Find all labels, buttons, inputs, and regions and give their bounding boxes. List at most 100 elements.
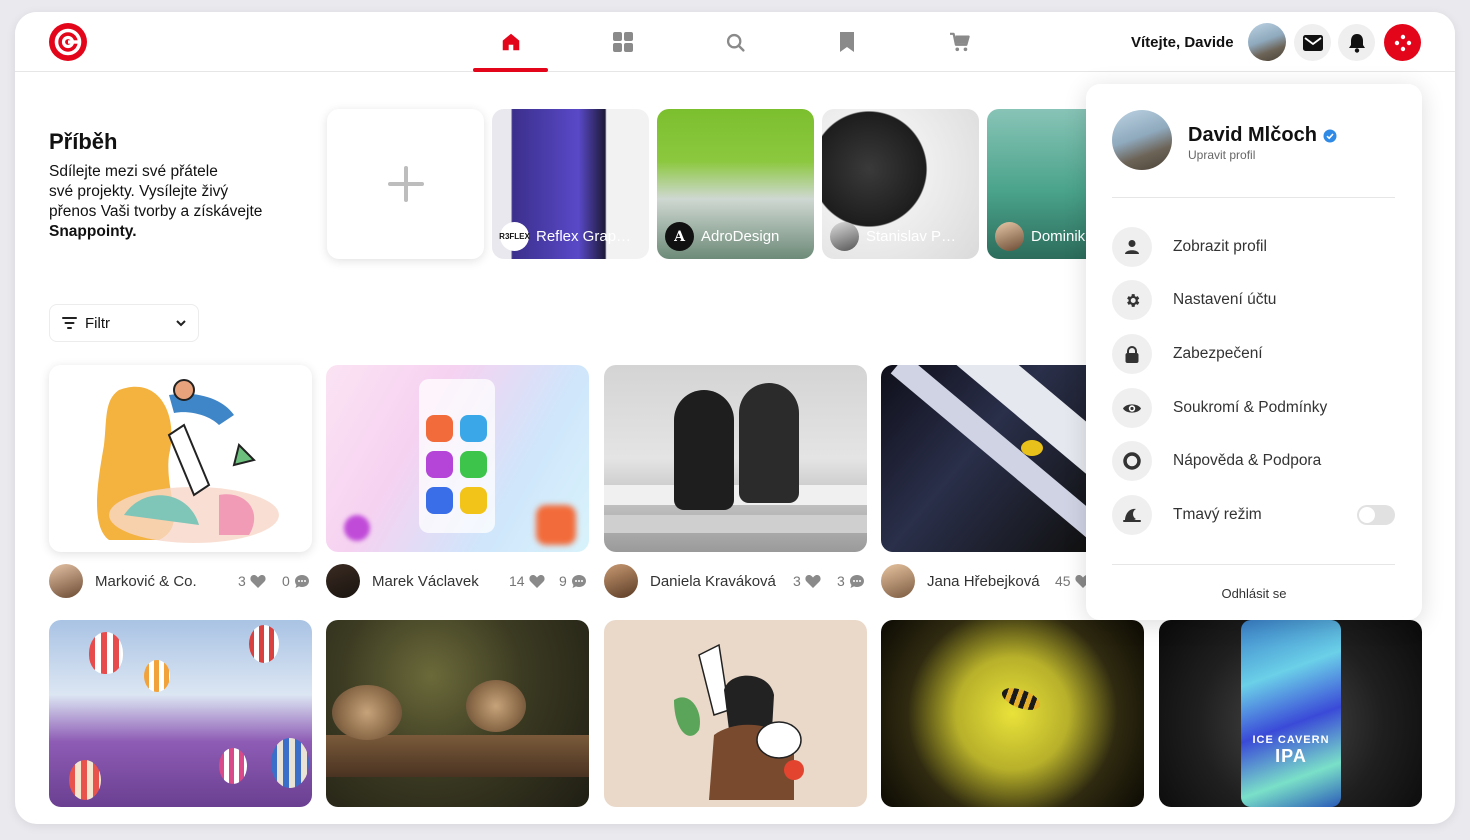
likes-stat[interactable]: 14 [509, 573, 545, 589]
user-avatar[interactable] [1248, 23, 1286, 61]
story-name: Dominik [1031, 228, 1086, 245]
app-tile [460, 451, 487, 478]
menu-item-label: Nápověda & Podpora [1173, 452, 1322, 469]
lifebuoy-icon [1112, 441, 1152, 481]
heart-icon [529, 574, 545, 588]
menu-item-dark-mode[interactable]: Tmavý režim [1112, 495, 1395, 535]
comments-count: 3 [837, 573, 845, 589]
post-card[interactable] [604, 365, 867, 552]
illustration-image [97, 379, 279, 543]
app-tile [536, 505, 576, 545]
nav-active-indicator [473, 68, 548, 72]
post-card[interactable] [881, 365, 1086, 552]
person-silhouette [674, 390, 734, 510]
logout-button[interactable]: Odhlásit se [1086, 586, 1422, 601]
author-avatar[interactable] [49, 564, 83, 598]
step [604, 515, 867, 533]
menu-item-label: Tmavý režim [1173, 506, 1262, 523]
stories-title: Příběh [49, 129, 118, 154]
author-name[interactable]: Daniela Kraváková [650, 573, 776, 590]
grid-icon[interactable] [611, 30, 635, 54]
likes-stat[interactable]: 3 [793, 573, 821, 589]
light-stripe [890, 365, 1086, 552]
can-label: ICE CAVERN IPA [1252, 734, 1330, 766]
likes-stat[interactable]: 3 [238, 573, 266, 589]
welcome-text: Vítejte, Davide [1131, 34, 1234, 51]
menu-item-label: Zabezpečení [1173, 345, 1263, 362]
likes-count: 3 [793, 573, 801, 589]
comment-icon [849, 574, 864, 588]
app-tile [426, 487, 453, 514]
author-name[interactable]: Marek Václavek [372, 573, 479, 590]
author-avatar[interactable] [881, 564, 915, 598]
post-card[interactable] [604, 620, 867, 807]
author-name[interactable]: Jana Hřebejková [927, 573, 1040, 590]
story-card[interactable]: R3FLEX Reflex Grap… [492, 109, 649, 259]
story-card[interactable]: Stanislav P… [822, 109, 979, 259]
app-tile [426, 451, 453, 478]
verified-badge-icon [1323, 129, 1337, 142]
post-meta: Jana Hřebejková 45 [881, 564, 1091, 598]
apps-dots-icon [1394, 34, 1411, 51]
cart-icon[interactable] [948, 30, 972, 54]
post-card[interactable]: ICE CAVERN IPA [1159, 620, 1422, 807]
menu-item-view-profile[interactable]: Zobrazit profil [1112, 227, 1395, 267]
menu-item-label: Soukromí & Podmínky [1173, 399, 1328, 416]
snappoint-logo[interactable] [49, 23, 87, 61]
comments-stat[interactable]: 3 [837, 573, 865, 589]
profile-avatar[interactable] [1112, 110, 1172, 170]
post-card[interactable] [326, 620, 589, 807]
edit-profile-link[interactable]: Upravit profil [1188, 148, 1255, 162]
story-avatar: R3FLEX [499, 222, 530, 251]
stories-desc-line: přenos Vaši tvorby a získávejte [49, 203, 263, 220]
bookmark-icon[interactable] [835, 30, 859, 54]
home-icon[interactable] [499, 30, 523, 54]
author-name[interactable]: Marković & Co. [95, 573, 197, 590]
snail-shell [332, 685, 402, 740]
menu-item-privacy[interactable]: Soukromí & Podmínky [1112, 388, 1395, 428]
story-card[interactable]: A AdroDesign [657, 109, 814, 259]
menu-item-label: Nastavení účtu [1173, 291, 1277, 308]
story-label: Dominik [995, 222, 1085, 251]
comments-count: 9 [559, 573, 567, 589]
profile-name: David Mlčoch [1188, 124, 1337, 147]
comments-count: 0 [282, 573, 290, 589]
stories-desc-line: Snappointy. [49, 223, 137, 240]
profile-name-text: David Mlčoch [1188, 124, 1317, 146]
menu-item-label: Zobrazit profil [1173, 238, 1267, 255]
author-avatar[interactable] [604, 564, 638, 598]
comments-stat[interactable]: 9 [559, 573, 587, 589]
story-avatar [995, 222, 1024, 251]
hot-air-balloon [144, 660, 170, 692]
comments-stat[interactable]: 0 [282, 573, 310, 589]
post-card[interactable] [326, 365, 589, 552]
wasp [999, 683, 1043, 715]
story-name: AdroDesign [701, 228, 780, 245]
apps-menu-button[interactable] [1384, 24, 1421, 61]
post-card[interactable] [49, 365, 312, 552]
hot-air-balloon [219, 748, 247, 784]
chevron-down-icon [176, 319, 186, 326]
hot-air-balloon [89, 632, 123, 674]
heart-icon [805, 574, 821, 588]
filter-dropdown[interactable]: Filtr [49, 304, 199, 342]
post-meta: Marković & Co. 3 0 [49, 564, 312, 598]
post-card[interactable] [49, 620, 312, 807]
heart-icon [250, 574, 266, 588]
hot-air-balloon [69, 760, 101, 800]
menu-item-account-settings[interactable]: Nastavení účtu [1112, 280, 1395, 320]
mail-button[interactable] [1294, 24, 1331, 61]
dark-mode-toggle[interactable] [1357, 505, 1395, 525]
gear-icon [1112, 280, 1152, 320]
add-story-button[interactable] [327, 109, 484, 259]
author-avatar[interactable] [326, 564, 360, 598]
notifications-button[interactable] [1338, 24, 1375, 61]
app-tile [460, 487, 487, 514]
moon-icon [1112, 495, 1152, 535]
post-card[interactable] [881, 620, 1144, 807]
app-tile [460, 415, 487, 442]
divider [1112, 197, 1395, 198]
menu-item-help[interactable]: Nápověda & Podpora [1112, 441, 1395, 481]
menu-item-security[interactable]: Zabezpečení [1112, 334, 1395, 374]
search-icon[interactable] [723, 30, 747, 54]
